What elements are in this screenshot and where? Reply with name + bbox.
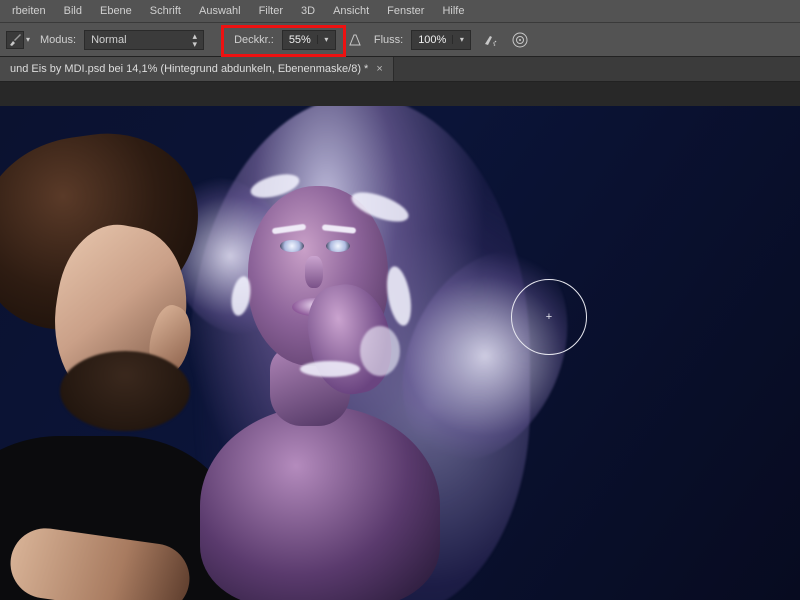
flow-value: 100%	[412, 34, 452, 46]
document-tab-title: und Eis by MDI.psd bei 14,1% (Hintegrund…	[10, 63, 368, 75]
opacity-value: 55%	[283, 34, 317, 46]
tool-preset-picker[interactable]	[6, 31, 24, 49]
menu-image[interactable]: Bild	[56, 2, 90, 20]
menu-help[interactable]: Hilfe	[434, 2, 472, 20]
chevron-down-icon[interactable]: ▾	[452, 35, 470, 44]
tablet-pressure-opacity-button[interactable]	[344, 29, 366, 51]
document-tab-bar: und Eis by MDI.psd bei 14,1% (Hintegrund…	[0, 56, 800, 82]
menu-filter[interactable]: Filter	[251, 2, 291, 20]
tool-preset-dropdown[interactable]: ▾	[24, 35, 32, 44]
artwork	[0, 106, 800, 600]
opacity-label: Deckkr.:	[234, 34, 274, 46]
document-tab[interactable]: und Eis by MDI.psd bei 14,1% (Hintegrund…	[0, 57, 394, 81]
canvas[interactable]	[0, 106, 800, 600]
menu-type[interactable]: Schrift	[142, 2, 189, 20]
opacity-field[interactable]: 55% ▾	[282, 30, 336, 50]
flow-label: Fluss:	[374, 34, 403, 46]
blend-mode-value: Normal	[91, 34, 126, 46]
brush-cursor	[511, 279, 587, 355]
menu-3d[interactable]: 3D	[293, 2, 323, 20]
mode-label: Modus:	[40, 34, 76, 46]
menu-window[interactable]: Fenster	[379, 2, 432, 20]
chevron-down-icon[interactable]: ▾	[317, 35, 335, 44]
tablet-pressure-size-button[interactable]	[509, 29, 531, 51]
airbrush-button[interactable]	[479, 29, 501, 51]
close-icon[interactable]: ×	[376, 63, 382, 75]
brush-icon	[8, 33, 22, 47]
menu-select[interactable]: Auswahl	[191, 2, 249, 20]
options-bar: ▾ Modus: Normal ▴▾ Deckkr.: 55% ▾ Fluss:…	[0, 22, 800, 56]
blend-mode-dropdown[interactable]: Normal ▴▾	[84, 30, 204, 50]
menu-layer[interactable]: Ebene	[92, 2, 140, 20]
menu-edit[interactable]: rbeiten	[4, 2, 54, 20]
workspace-gap	[0, 82, 800, 106]
menubar: rbeiten Bild Ebene Schrift Auswahl Filte…	[0, 0, 800, 22]
flow-field[interactable]: 100% ▾	[411, 30, 471, 50]
menu-view[interactable]: Ansicht	[325, 2, 377, 20]
updown-icon: ▴▾	[193, 32, 198, 48]
